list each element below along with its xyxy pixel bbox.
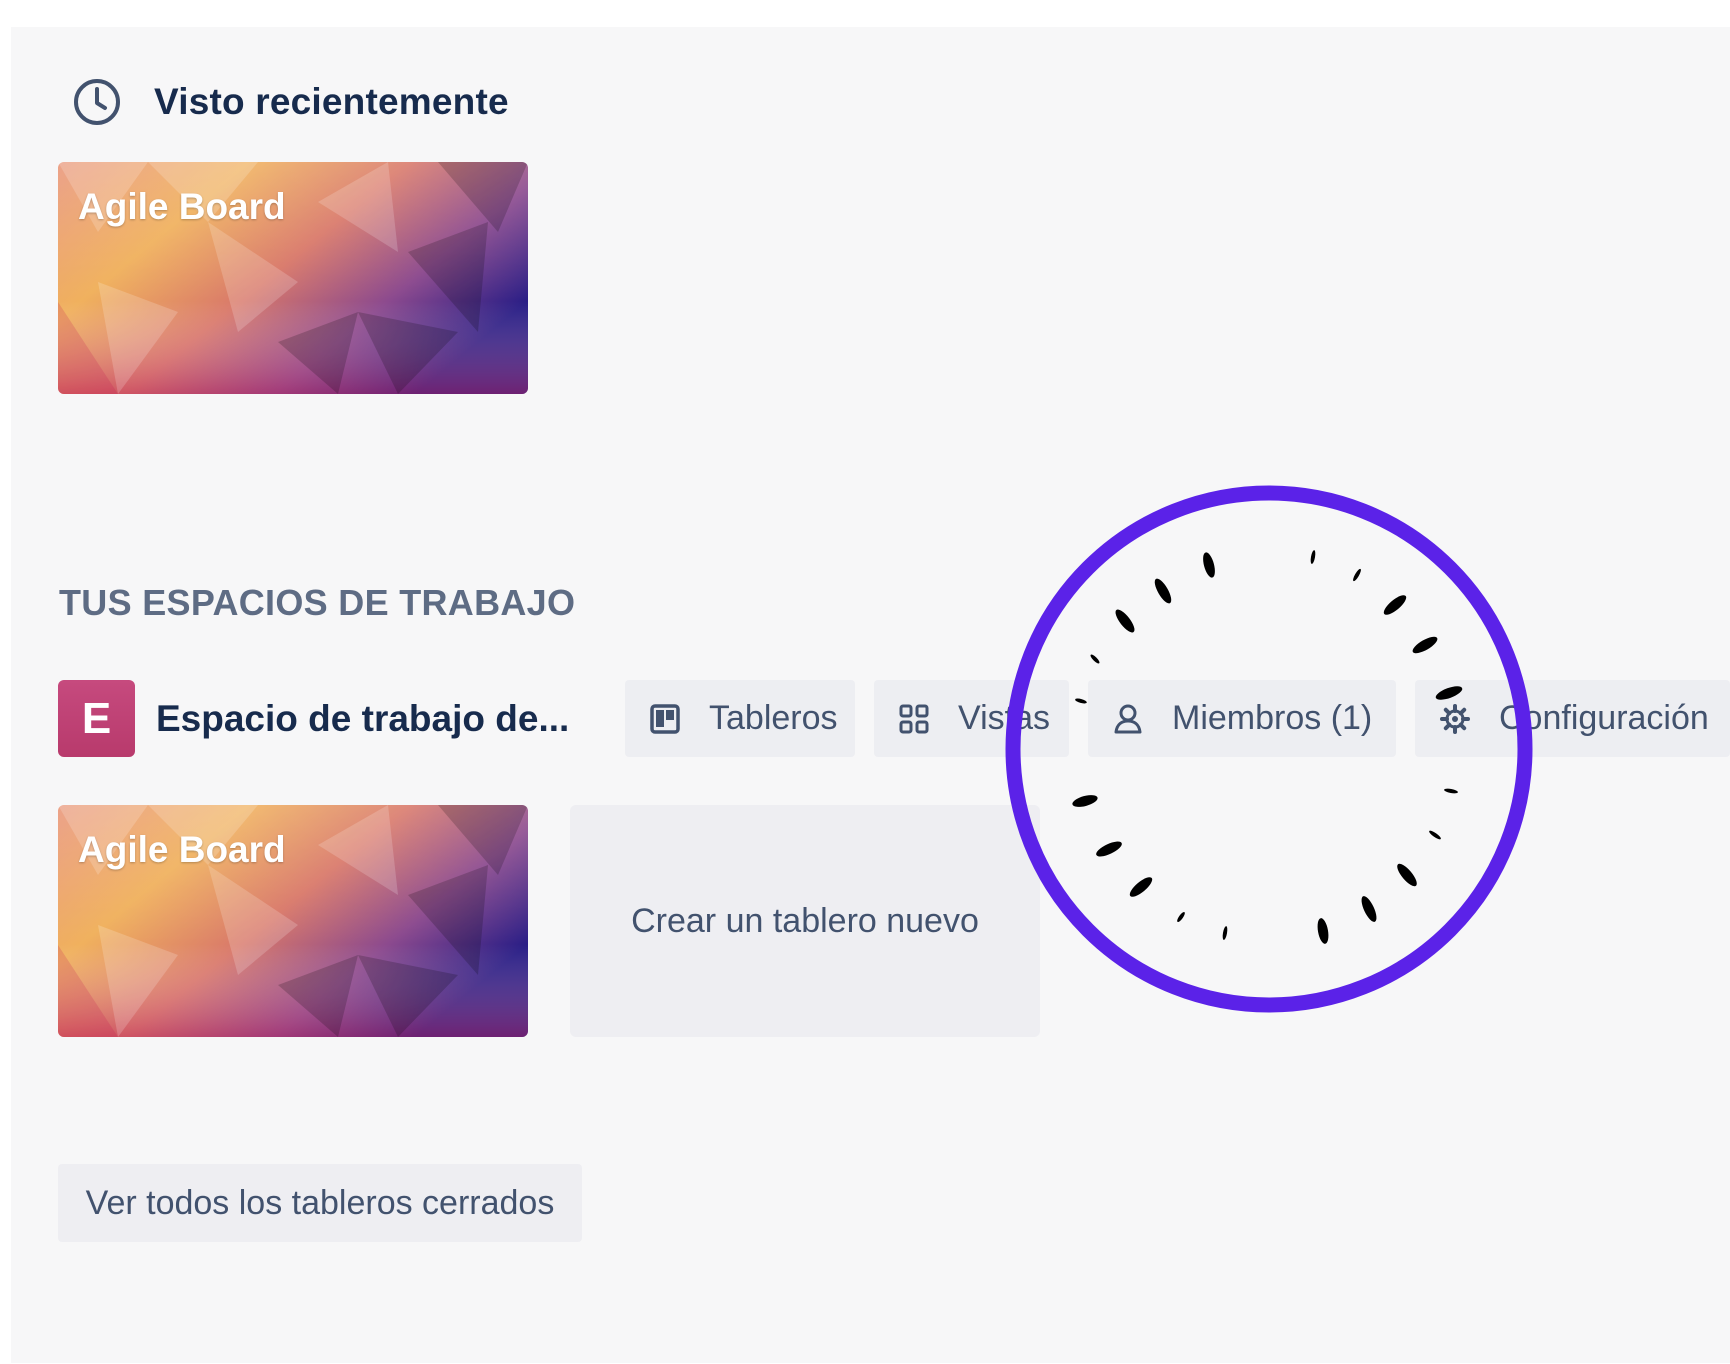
settings-button-label: Configuración: [1499, 699, 1709, 737]
workspace-board-tile[interactable]: Agile Board: [58, 805, 528, 1037]
person-icon: [1112, 703, 1144, 735]
boards-button-label: Tableros: [709, 699, 838, 737]
members-button-label: Miembros (1): [1172, 699, 1373, 737]
recent-board-tile[interactable]: Agile Board: [58, 162, 528, 394]
create-board-label: Crear un tablero nuevo: [631, 901, 979, 940]
workspace-avatar: E: [58, 680, 135, 757]
workspace-members-button[interactable]: Miembros (1): [1088, 680, 1396, 757]
clock-icon: [72, 77, 122, 127]
board-icon: [649, 703, 681, 735]
board-title: Agile Board: [78, 829, 286, 870]
closed-boards-label: Ver todos los tableros cerrados: [85, 1183, 555, 1222]
workspace-boards-button[interactable]: Tableros: [625, 680, 855, 757]
view-closed-boards-button[interactable]: Ver todos los tableros cerrados: [58, 1164, 582, 1242]
board-title: Agile Board: [78, 186, 286, 227]
workspace-views-button[interactable]: Vistas: [874, 680, 1069, 757]
gear-icon: [1439, 703, 1471, 735]
recently-viewed-title: Visto recientemente: [154, 81, 509, 122]
recently-viewed-header: Visto recientemente: [72, 72, 509, 132]
workspace-settings-button[interactable]: Configuración: [1415, 680, 1730, 757]
workspaces-heading: TUS ESPACIOS DE TRABAJO: [59, 582, 576, 623]
create-board-button[interactable]: Crear un tablero nuevo: [570, 805, 1040, 1037]
views-button-label: Vistas: [958, 699, 1050, 737]
workspace-name[interactable]: Espacio de trabajo de...: [156, 698, 569, 740]
grid-icon: [898, 703, 930, 735]
